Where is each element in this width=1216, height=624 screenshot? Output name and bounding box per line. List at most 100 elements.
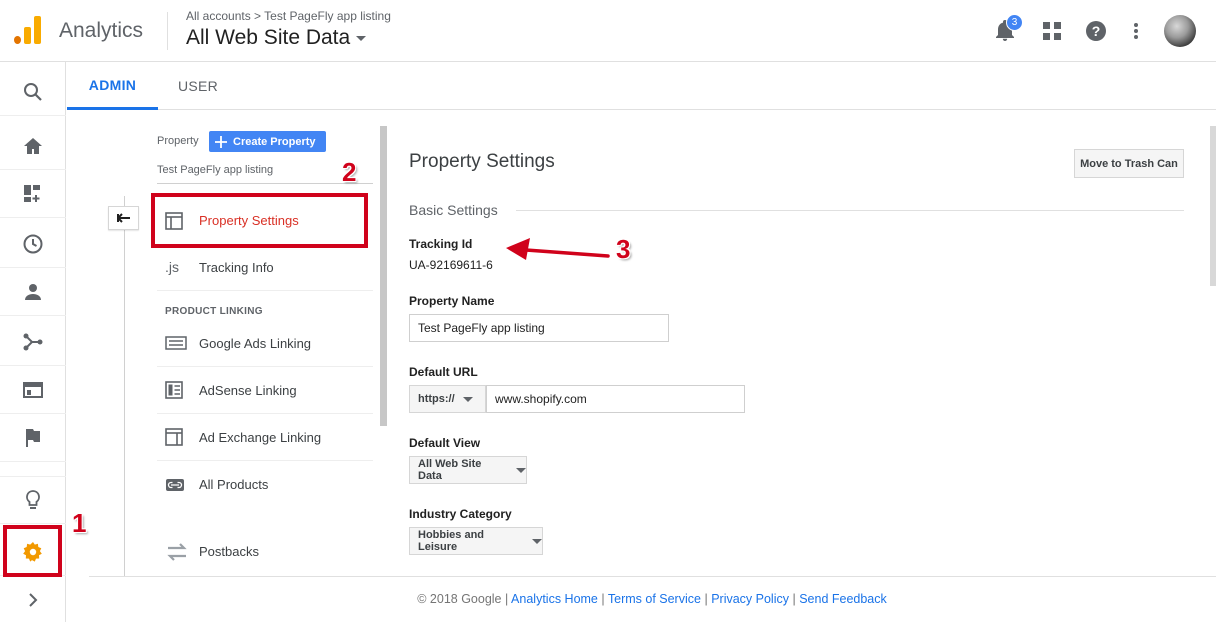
adsense-icon — [157, 381, 199, 399]
section-divider — [516, 210, 1184, 211]
feedback-link[interactable]: Send Feedback — [799, 592, 887, 606]
more-vert-icon — [1134, 23, 1138, 39]
default-url-input[interactable]: www.shopify.com — [486, 385, 745, 413]
property-selector[interactable]: Test PageFly app listing — [157, 164, 373, 184]
annotation-number-2: 2 — [342, 157, 357, 187]
home-icon — [24, 137, 42, 154]
nav-item-postbacks[interactable]: Postbacks — [157, 528, 373, 575]
rail-acquisition[interactable] — [0, 318, 66, 366]
breadcrumb[interactable]: All accounts > Test PageFly app listing — [186, 9, 391, 23]
rail-discover[interactable] — [0, 476, 66, 524]
more-button[interactable] — [1121, 16, 1151, 46]
clock-icon — [23, 234, 43, 253]
notification-badge: 3 — [1006, 14, 1023, 31]
property-name-input[interactable]: Test PageFly app listing — [409, 314, 669, 342]
flag-icon — [26, 428, 40, 447]
privacy-link[interactable]: Privacy Policy — [711, 592, 789, 606]
footer: © 2018 Google | Analytics Home | Terms o… — [0, 592, 1216, 606]
nav-item-label: Google Ads Linking — [199, 335, 312, 351]
nav-item-ad-exchange-linking[interactable]: Ad Exchange Linking — [157, 414, 373, 461]
tab-user[interactable]: USER — [158, 62, 238, 110]
rail-home[interactable] — [0, 122, 66, 170]
tracking-id-value: UA-92169611-6 — [409, 258, 493, 272]
copyright: © 2018 Google — [417, 592, 502, 606]
view-selector[interactable]: All Web Site Data — [186, 26, 367, 50]
footer-divider — [89, 576, 1216, 577]
nav-scrollbar[interactable] — [380, 126, 387, 426]
move-to-trash-button[interactable]: Move to Trash Can — [1074, 149, 1184, 178]
default-view-value: All Web Site Data — [418, 458, 482, 482]
nav-item-all-products[interactable]: All Products — [157, 461, 373, 508]
footer-separator: | — [601, 592, 605, 606]
footer-separator: | — [792, 592, 796, 606]
postbacks-icon — [157, 542, 199, 562]
rail-conversions[interactable] — [0, 414, 66, 462]
nav-item-google-ads-linking[interactable]: Google Ads Linking — [157, 320, 373, 367]
default-url-label: Default URL — [409, 365, 478, 379]
nav-connector-line — [124, 196, 125, 576]
top-bar: Analytics All accounts > Test PageFly ap… — [0, 0, 1216, 62]
product-linking-heading: PRODUCT LINKING — [165, 306, 263, 317]
caret-down-icon — [532, 538, 542, 544]
help-button[interactable]: ? — [1081, 16, 1111, 46]
plus-icon — [215, 135, 227, 148]
annotation-arrow-icon — [506, 238, 610, 260]
create-property-label: Create Property — [233, 135, 316, 148]
nav-item-label: Postbacks — [199, 544, 259, 559]
page-title: Property Settings — [409, 151, 555, 172]
back-arrow-icon — [116, 213, 130, 223]
annotation-number-3: 3 — [616, 234, 631, 264]
current-view-label: All Web Site Data — [186, 26, 351, 49]
brand-divider — [167, 12, 168, 50]
link-icon — [157, 478, 199, 492]
nav-item-adsense-linking[interactable]: AdSense Linking — [157, 367, 373, 414]
footer-separator: | — [704, 592, 708, 606]
caret-down-icon — [516, 467, 526, 473]
analytics-home-link[interactable]: Analytics Home — [511, 592, 598, 606]
dashboard-add-icon — [24, 184, 40, 202]
lightbulb-icon — [26, 490, 40, 509]
nav-item-label: AdSense Linking — [199, 382, 297, 398]
avatar[interactable] — [1164, 15, 1196, 47]
js-icon: .js — [165, 259, 179, 275]
search-icon — [24, 82, 42, 101]
annotation-box-admin — [3, 525, 62, 577]
ad-exchange-icon — [157, 428, 199, 446]
help-icon: ? — [1086, 21, 1106, 41]
rail-search[interactable] — [0, 68, 66, 116]
create-property-button[interactable]: Create Property — [209, 131, 326, 152]
industry-category-value: Hobbies and Leisure — [418, 529, 485, 553]
default-view-select[interactable]: All Web Site Data — [409, 456, 527, 484]
nav-item-tracking-info[interactable]: .js Tracking Info — [157, 244, 373, 291]
main-scrollbar[interactable] — [1210, 126, 1216, 286]
annotation-number-1: 1 — [72, 508, 87, 538]
apps-button[interactable] — [1037, 16, 1067, 46]
protocol-value: https:// — [418, 393, 455, 405]
svg-text:?: ? — [1092, 23, 1101, 39]
nav-item-label: Tracking Info — [199, 259, 274, 275]
industry-category-select[interactable]: Hobbies and Leisure — [409, 527, 543, 555]
acquisition-icon — [23, 333, 43, 350]
protocol-select[interactable]: https:// — [409, 385, 486, 413]
collapse-back-button[interactable] — [108, 206, 139, 230]
rail-audience[interactable] — [0, 268, 66, 316]
notifications-button[interactable]: 3 — [990, 14, 1023, 46]
brand-name: Analytics — [59, 19, 144, 42]
rail-realtime[interactable] — [0, 220, 66, 268]
default-view-label: Default View — [409, 436, 481, 450]
terms-link[interactable]: Terms of Service — [608, 592, 701, 606]
rail-customization[interactable] — [0, 170, 66, 218]
person-icon — [25, 283, 41, 300]
tracking-id-label: Tracking Id — [409, 237, 473, 251]
footer-separator: | — [505, 592, 509, 606]
property-column-label: Property — [157, 135, 199, 147]
property-name-label: Property Name — [409, 294, 495, 308]
tab-admin[interactable]: ADMIN — [67, 62, 158, 110]
industry-category-label: Industry Category — [409, 507, 512, 521]
rail-behavior[interactable] — [0, 366, 66, 414]
apps-grid-icon — [1043, 22, 1061, 40]
admin-tabs: ADMIN USER — [67, 62, 1216, 110]
analytics-logo[interactable] — [14, 16, 42, 44]
basic-settings-heading: Basic Settings — [409, 202, 498, 218]
caret-down-icon — [462, 396, 473, 402]
